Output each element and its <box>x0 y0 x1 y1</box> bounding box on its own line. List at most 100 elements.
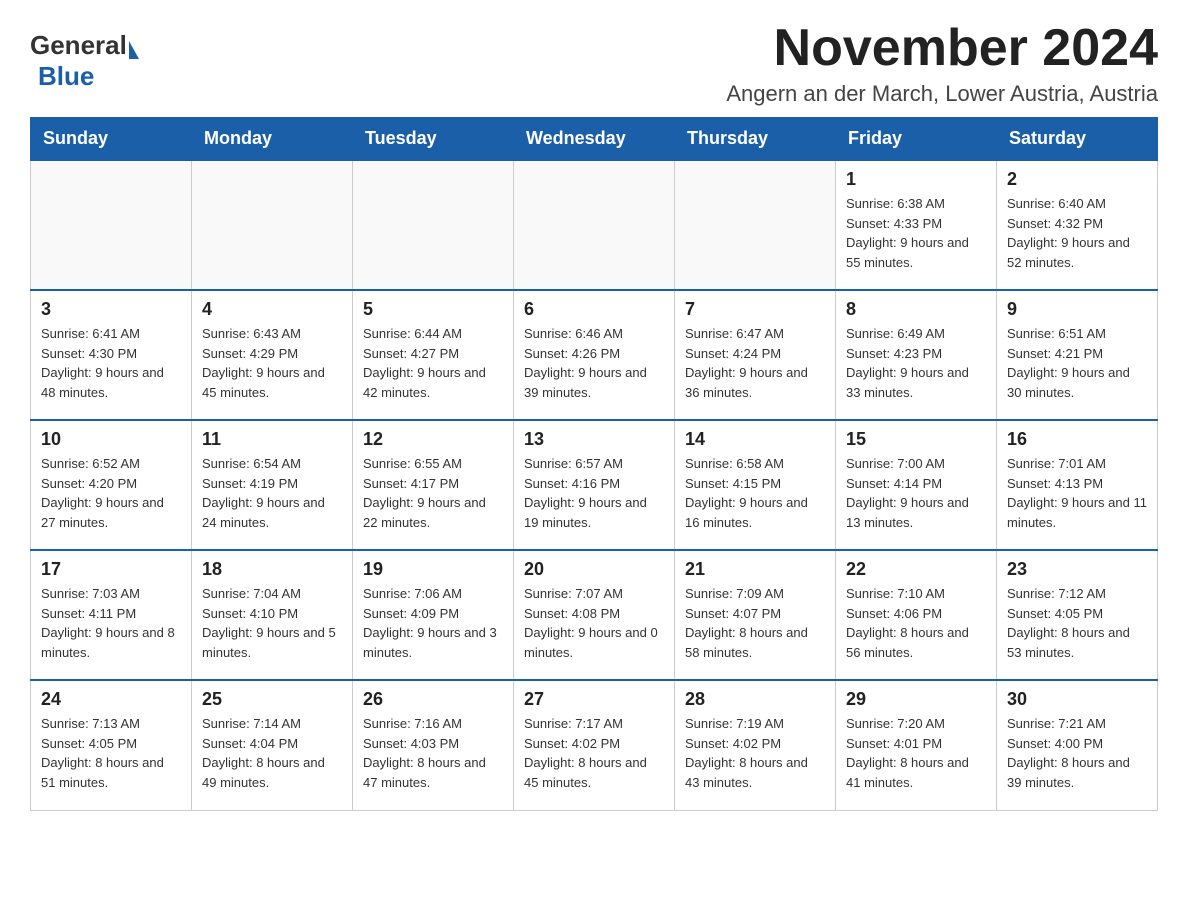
day-info: Sunrise: 7:01 AMSunset: 4:13 PMDaylight:… <box>1007 454 1147 532</box>
day-info: Sunrise: 6:52 AMSunset: 4:20 PMDaylight:… <box>41 454 181 532</box>
day-number: 3 <box>41 299 181 320</box>
day-of-week-header: Monday <box>192 118 353 161</box>
day-info: Sunrise: 7:20 AMSunset: 4:01 PMDaylight:… <box>846 714 986 792</box>
logo: General Blue <box>30 30 139 92</box>
calendar-cell: 5 Sunrise: 6:44 AMSunset: 4:27 PMDaylight… <box>353 290 514 420</box>
day-number: 24 <box>41 689 181 710</box>
day-info: Sunrise: 7:03 AMSunset: 4:11 PMDaylight:… <box>41 584 181 662</box>
day-info: Sunrise: 7:14 AMSunset: 4:04 PMDaylight:… <box>202 714 342 792</box>
calendar-cell: 27 Sunrise: 7:17 AMSunset: 4:02 PMDayligh… <box>514 680 675 810</box>
day-info: Sunrise: 6:54 AMSunset: 4:19 PMDaylight:… <box>202 454 342 532</box>
calendar-cell <box>675 160 836 290</box>
calendar-header-row: SundayMondayTuesdayWednesdayThursdayFrid… <box>31 118 1158 161</box>
calendar-table: SundayMondayTuesdayWednesdayThursdayFrid… <box>30 117 1158 811</box>
day-info: Sunrise: 7:17 AMSunset: 4:02 PMDaylight:… <box>524 714 664 792</box>
day-number: 6 <box>524 299 664 320</box>
calendar-cell <box>31 160 192 290</box>
day-info: Sunrise: 7:09 AMSunset: 4:07 PMDaylight:… <box>685 584 825 662</box>
day-of-week-header: Sunday <box>31 118 192 161</box>
calendar-cell: 15 Sunrise: 7:00 AMSunset: 4:14 PMDayligh… <box>836 420 997 550</box>
day-number: 2 <box>1007 169 1147 190</box>
day-number: 28 <box>685 689 825 710</box>
day-number: 9 <box>1007 299 1147 320</box>
day-number: 7 <box>685 299 825 320</box>
calendar-cell: 6 Sunrise: 6:46 AMSunset: 4:26 PMDaylight… <box>514 290 675 420</box>
calendar-cell: 16 Sunrise: 7:01 AMSunset: 4:13 PMDayligh… <box>997 420 1158 550</box>
logo-blue-text: Blue <box>38 61 94 91</box>
week-row: 24 Sunrise: 7:13 AMSunset: 4:05 PMDayligh… <box>31 680 1158 810</box>
calendar-cell: 8 Sunrise: 6:49 AMSunset: 4:23 PMDaylight… <box>836 290 997 420</box>
day-info: Sunrise: 7:10 AMSunset: 4:06 PMDaylight:… <box>846 584 986 662</box>
week-row: 17 Sunrise: 7:03 AMSunset: 4:11 PMDayligh… <box>31 550 1158 680</box>
day-number: 5 <box>363 299 503 320</box>
day-info: Sunrise: 6:47 AMSunset: 4:24 PMDaylight:… <box>685 324 825 402</box>
day-number: 29 <box>846 689 986 710</box>
day-number: 11 <box>202 429 342 450</box>
day-info: Sunrise: 7:21 AMSunset: 4:00 PMDaylight:… <box>1007 714 1147 792</box>
week-row: 10 Sunrise: 6:52 AMSunset: 4:20 PMDayligh… <box>31 420 1158 550</box>
calendar-cell: 14 Sunrise: 6:58 AMSunset: 4:15 PMDayligh… <box>675 420 836 550</box>
calendar-cell: 22Sunrise: 7:10 AMSunset: 4:06 PMDayligh… <box>836 550 997 680</box>
calendar-cell: 2 Sunrise: 6:40 AMSunset: 4:32 PMDaylight… <box>997 160 1158 290</box>
day-number: 8 <box>846 299 986 320</box>
calendar-cell: 7 Sunrise: 6:47 AMSunset: 4:24 PMDaylight… <box>675 290 836 420</box>
day-number: 27 <box>524 689 664 710</box>
day-number: 21 <box>685 559 825 580</box>
day-info: Sunrise: 6:46 AMSunset: 4:26 PMDaylight:… <box>524 324 664 402</box>
day-info: Sunrise: 6:40 AMSunset: 4:32 PMDaylight:… <box>1007 194 1147 272</box>
day-number: 4 <box>202 299 342 320</box>
logo-triangle-icon <box>129 41 139 59</box>
week-row: 3Sunrise: 6:41 AMSunset: 4:30 PMDaylight… <box>31 290 1158 420</box>
calendar-cell: 4 Sunrise: 6:43 AMSunset: 4:29 PMDaylight… <box>192 290 353 420</box>
calendar-cell: 21 Sunrise: 7:09 AMSunset: 4:07 PMDayligh… <box>675 550 836 680</box>
day-info: Sunrise: 6:44 AMSunset: 4:27 PMDaylight:… <box>363 324 503 402</box>
day-number: 25 <box>202 689 342 710</box>
day-info: Sunrise: 7:06 AMSunset: 4:09 PMDaylight:… <box>363 584 503 662</box>
day-number: 20 <box>524 559 664 580</box>
calendar-cell: 20 Sunrise: 7:07 AMSunset: 4:08 PMDayligh… <box>514 550 675 680</box>
calendar-cell: 26Sunrise: 7:16 AMSunset: 4:03 PMDayligh… <box>353 680 514 810</box>
day-number: 10 <box>41 429 181 450</box>
day-info: Sunrise: 6:49 AMSunset: 4:23 PMDaylight:… <box>846 324 986 402</box>
day-info: Sunrise: 6:58 AMSunset: 4:15 PMDaylight:… <box>685 454 825 532</box>
day-number: 13 <box>524 429 664 450</box>
calendar-cell: 9 Sunrise: 6:51 AMSunset: 4:21 PMDaylight… <box>997 290 1158 420</box>
day-number: 16 <box>1007 429 1147 450</box>
day-info: Sunrise: 7:00 AMSunset: 4:14 PMDaylight:… <box>846 454 986 532</box>
calendar-cell: 10 Sunrise: 6:52 AMSunset: 4:20 PMDayligh… <box>31 420 192 550</box>
day-info: Sunrise: 7:12 AMSunset: 4:05 PMDaylight:… <box>1007 584 1147 662</box>
day-number: 18 <box>202 559 342 580</box>
page-header: General Blue November 2024 Angern an der… <box>30 20 1158 107</box>
day-info: Sunrise: 7:19 AMSunset: 4:02 PMDaylight:… <box>685 714 825 792</box>
day-info: Sunrise: 6:43 AMSunset: 4:29 PMDaylight:… <box>202 324 342 402</box>
day-of-week-header: Tuesday <box>353 118 514 161</box>
day-of-week-header: Saturday <box>997 118 1158 161</box>
calendar-cell: 24 Sunrise: 7:13 AMSunset: 4:05 PMDayligh… <box>31 680 192 810</box>
calendar-cell: 23Sunrise: 7:12 AMSunset: 4:05 PMDayligh… <box>997 550 1158 680</box>
day-of-week-header: Wednesday <box>514 118 675 161</box>
calendar-cell: 30 Sunrise: 7:21 AMSunset: 4:00 PMDayligh… <box>997 680 1158 810</box>
day-number: 12 <box>363 429 503 450</box>
day-number: 15 <box>846 429 986 450</box>
month-title: November 2024 <box>726 20 1158 77</box>
day-info: Sunrise: 7:13 AMSunset: 4:05 PMDaylight:… <box>41 714 181 792</box>
day-info: Sunrise: 7:04 AMSunset: 4:10 PMDaylight:… <box>202 584 342 662</box>
day-number: 17 <box>41 559 181 580</box>
calendar-cell: 25 Sunrise: 7:14 AMSunset: 4:04 PMDayligh… <box>192 680 353 810</box>
logo-general-text: General <box>30 30 127 61</box>
calendar-cell: 3Sunrise: 6:41 AMSunset: 4:30 PMDaylight… <box>31 290 192 420</box>
calendar-cell: 11 Sunrise: 6:54 AMSunset: 4:19 PMDayligh… <box>192 420 353 550</box>
calendar-cell: 28 Sunrise: 7:19 AMSunset: 4:02 PMDayligh… <box>675 680 836 810</box>
day-number: 30 <box>1007 689 1147 710</box>
day-info: Sunrise: 6:38 AMSunset: 4:33 PMDaylight:… <box>846 194 986 272</box>
calendar-cell: 18 Sunrise: 7:04 AMSunset: 4:10 PMDayligh… <box>192 550 353 680</box>
day-number: 14 <box>685 429 825 450</box>
day-info: Sunrise: 7:07 AMSunset: 4:08 PMDaylight:… <box>524 584 664 662</box>
day-number: 1 <box>846 169 986 190</box>
day-info: Sunrise: 6:51 AMSunset: 4:21 PMDaylight:… <box>1007 324 1147 402</box>
calendar-cell <box>353 160 514 290</box>
calendar-cell: 17 Sunrise: 7:03 AMSunset: 4:11 PMDayligh… <box>31 550 192 680</box>
day-info: Sunrise: 6:57 AMSunset: 4:16 PMDaylight:… <box>524 454 664 532</box>
location-subtitle: Angern an der March, Lower Austria, Aust… <box>726 81 1158 107</box>
day-info: Sunrise: 7:16 AMSunset: 4:03 PMDaylight:… <box>363 714 503 792</box>
